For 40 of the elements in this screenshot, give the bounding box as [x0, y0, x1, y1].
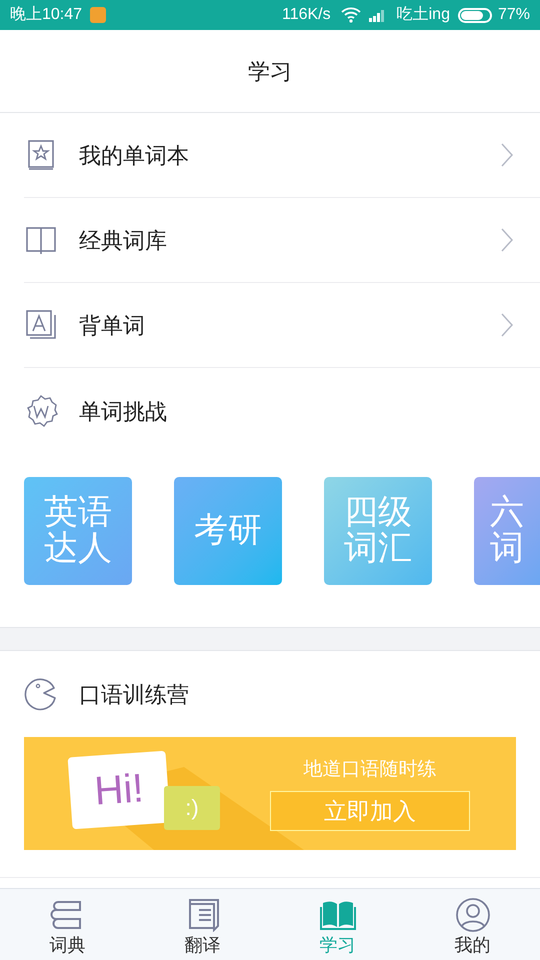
section-title: 口语训练营 [79, 680, 189, 708]
wifi-icon [340, 7, 361, 23]
tile-label: 四级 词汇 [344, 495, 412, 567]
section-title: 单词挑战 [79, 398, 167, 426]
w-badge-icon [24, 394, 58, 428]
menu-item[interactable]: 背单词 [24, 283, 540, 368]
star-book-icon [26, 139, 56, 171]
tab[interactable]: 翻译 [135, 889, 270, 960]
promo-banner[interactable]: Hi! :) 地道口语随时练 立即加入 [24, 737, 516, 850]
open-book-icon [25, 225, 57, 255]
course-tile[interactable]: 英语 达人 [24, 477, 132, 585]
menu-item[interactable]: 经典词库 [24, 198, 540, 283]
battery-icon [458, 8, 492, 22]
user-avatar-icon [454, 897, 490, 933]
menu-item[interactable]: 我的单词本 [24, 113, 540, 198]
course-tile[interactable]: 六 词 [474, 477, 540, 585]
chevron-right-icon [500, 142, 514, 168]
tile-label: 考研 [194, 513, 262, 549]
open-book-icon [320, 899, 356, 931]
page-title: 学习 [248, 58, 292, 86]
tab[interactable]: 我的 [405, 889, 540, 960]
speech-bubble: Hi! [68, 750, 170, 829]
tab[interactable]: 词典 [0, 889, 135, 960]
clock: 晚上10:47 [10, 4, 82, 25]
signal-icon [368, 8, 387, 22]
speech-bubble: :) [164, 786, 220, 830]
banner-slogan: 地道口语随时练 [304, 758, 436, 782]
chomp-face-icon [24, 677, 58, 711]
course-tile[interactable]: 考研 [174, 477, 282, 585]
chevron-right-icon [500, 227, 514, 253]
carrier-name: 吃土ing [396, 4, 450, 25]
tab[interactable]: 学习 [270, 889, 405, 960]
tile-label: 六 词 [489, 495, 524, 567]
network-speed: 116K/s [282, 5, 331, 25]
tile-label: 英语 达人 [44, 495, 112, 567]
chevron-right-icon [500, 312, 514, 338]
notification-icon [90, 7, 106, 23]
letter-card-icon [25, 309, 57, 341]
battery-percent: 77% [498, 5, 530, 25]
course-tile[interactable]: 四级 词汇 [324, 477, 432, 585]
